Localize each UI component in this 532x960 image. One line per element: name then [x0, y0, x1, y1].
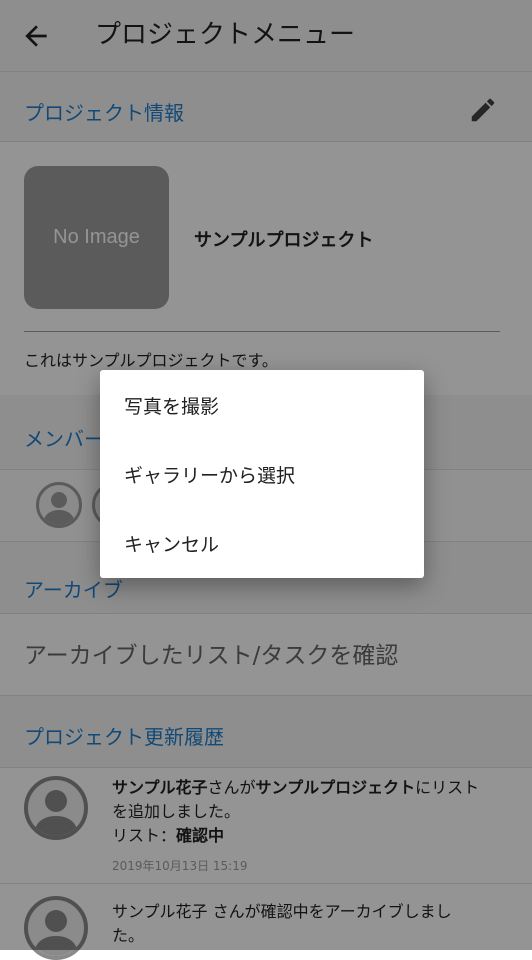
take-photo-option[interactable]: 写真を撮影 — [124, 392, 219, 419]
cancel-option[interactable]: キャンセル — [124, 530, 219, 557]
photo-source-dialog: 写真を撮影 ギャラリーから選択 キャンセル — [100, 370, 424, 578]
choose-from-gallery-option[interactable]: ギャラリーから選択 — [124, 461, 295, 488]
